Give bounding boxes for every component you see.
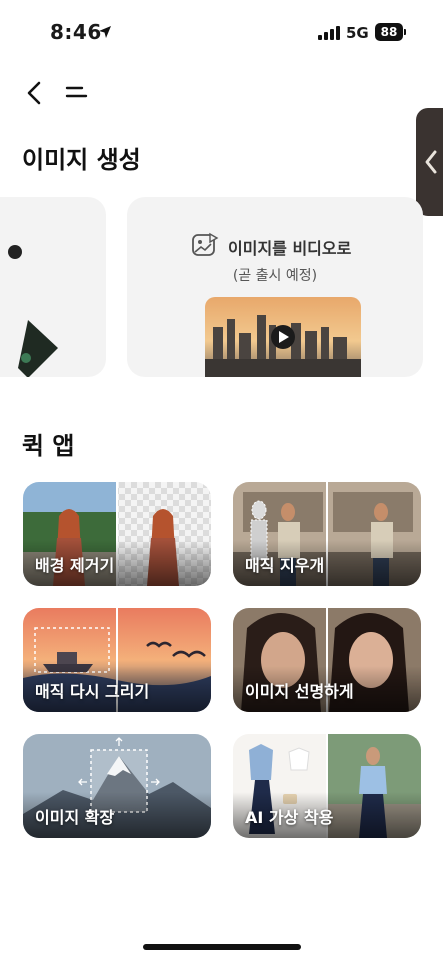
preview-thumbnail [18, 320, 58, 377]
city-preview-image [205, 297, 361, 377]
quick-app-label: AI 가상 착용 [245, 808, 334, 827]
section-title-quick-apps: 퀵 앱 [22, 432, 75, 460]
signal-icon [318, 26, 342, 40]
quick-app-label: 매직 지우개 [245, 556, 325, 575]
quick-app-label: 배경 제거기 [35, 556, 115, 575]
battery-tip [404, 29, 406, 35]
home-indicator[interactable] [143, 944, 301, 950]
quick-app-image-sharpen[interactable]: 이미지 선명하게 [233, 608, 421, 712]
status-time: 8:46 [50, 20, 102, 44]
quick-app-image-expand[interactable]: 이미지 확장 [23, 734, 211, 838]
battery-icon: 88 [375, 23, 403, 41]
quick-app-ai-virtual-try-on[interactable]: AI 가상 착용 [233, 734, 421, 838]
chevron-left-icon [27, 81, 41, 105]
side-panel-handle[interactable] [416, 108, 443, 216]
quick-app-label: 이미지 선명하게 [245, 682, 354, 701]
menu-button[interactable] [62, 80, 90, 106]
quick-app-magic-eraser[interactable]: 매직 지우개 [233, 482, 421, 586]
image-to-video-title: 이미지를 비디오로 [228, 239, 352, 258]
menu-icon [65, 86, 88, 98]
quick-app-label: 매직 다시 그리기 [35, 682, 150, 701]
location-arrow-icon [99, 26, 111, 38]
quick-app-magic-redraw[interactable]: 매직 다시 그리기 [23, 608, 211, 712]
chevron-left-icon [425, 150, 437, 174]
generation-card[interactable] [0, 197, 106, 377]
section-title-generation: 이미지 생성 [22, 146, 141, 174]
coming-soon-label: (곧 출시 예정) [232, 268, 318, 284]
decorative-dot [8, 245, 22, 259]
network-type: 5G [346, 24, 369, 42]
quick-app-background-remover[interactable]: 배경 제거기 [23, 482, 211, 586]
back-button[interactable] [20, 78, 50, 108]
status-bar: 8:46 5G 88 [0, 0, 443, 64]
image-video-icon [192, 232, 219, 256]
image-to-video-card[interactable]: 이미지를 비디오로 (곧 출시 예정) [127, 197, 423, 377]
quick-app-label: 이미지 확장 [35, 808, 115, 827]
